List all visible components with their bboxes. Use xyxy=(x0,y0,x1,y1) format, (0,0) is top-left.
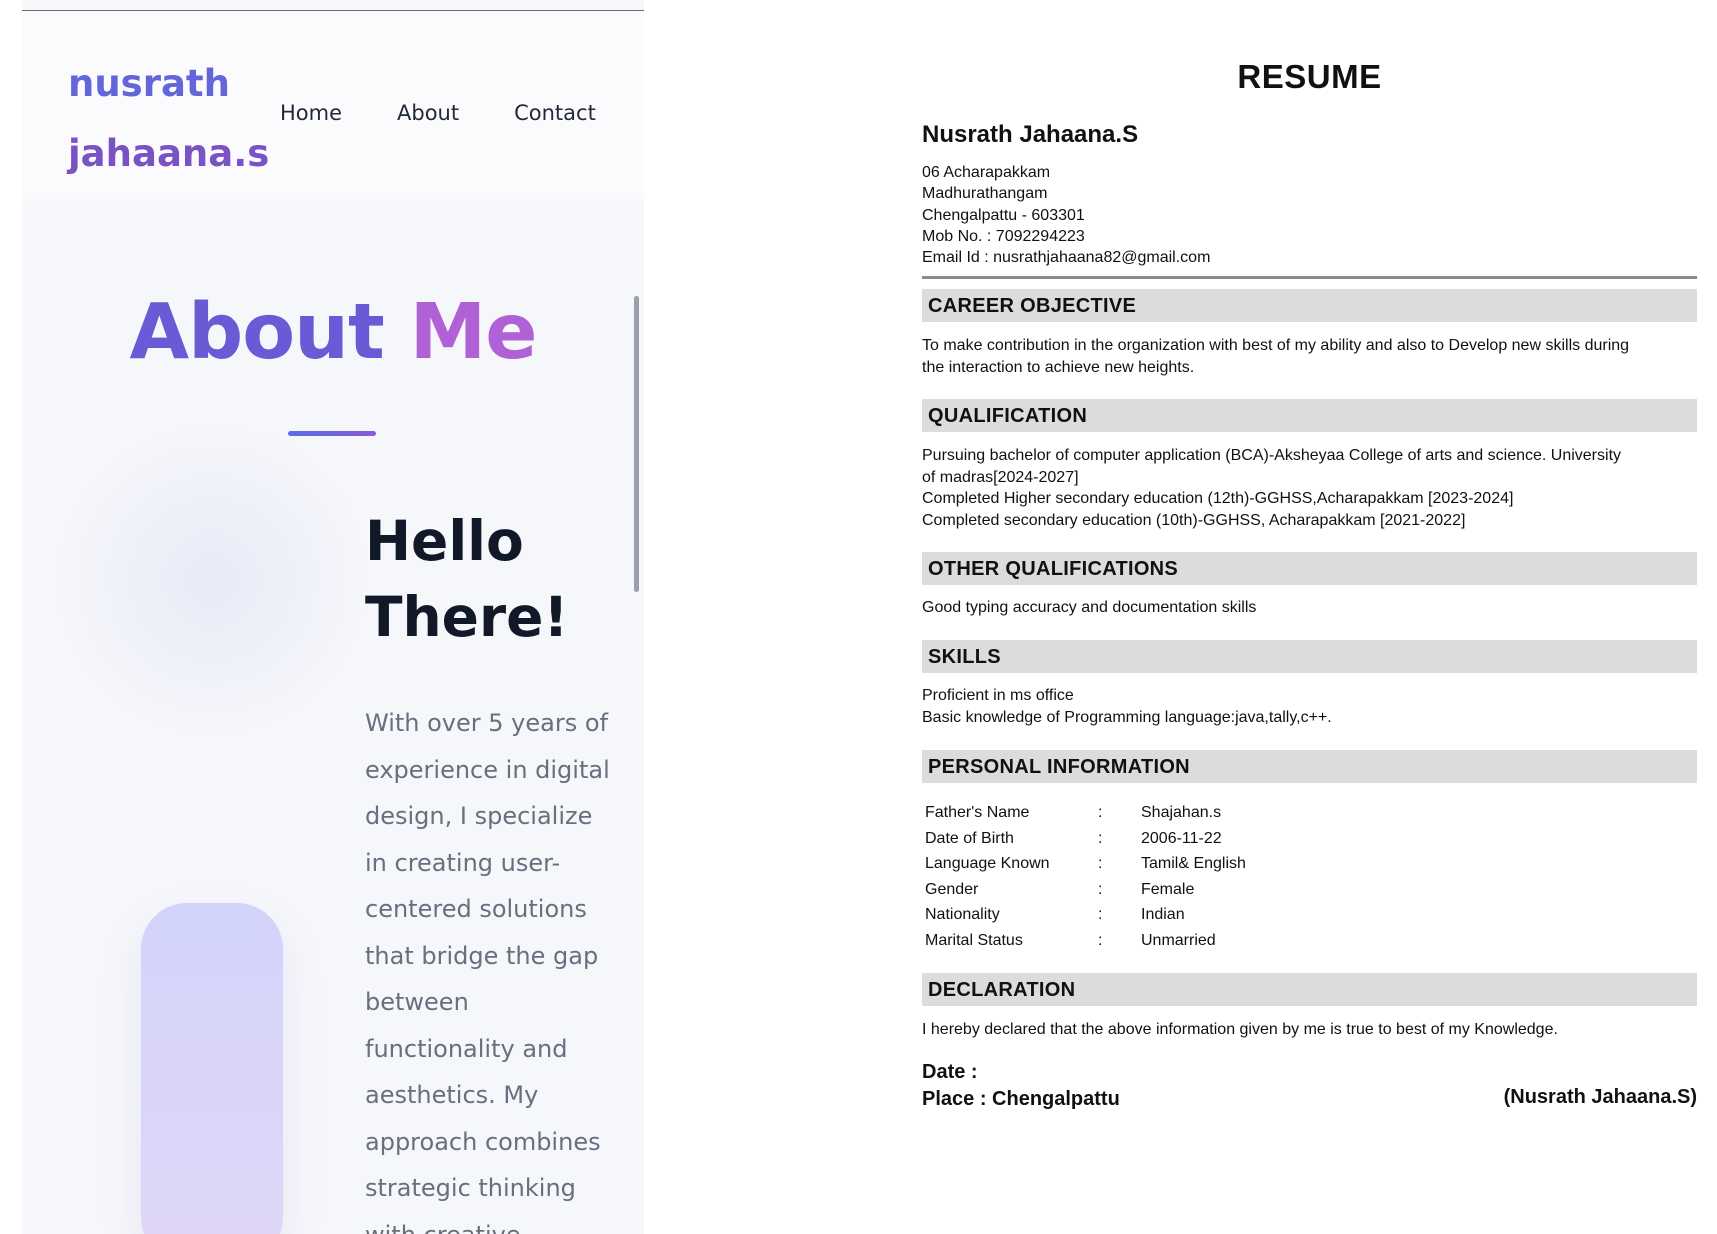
section-heading-declaration: DECLARATION xyxy=(922,973,1697,1006)
text-line: To make contribution in the organization… xyxy=(922,337,1630,354)
address-line: Chengalpattu - 603301 xyxy=(922,206,1085,224)
bio-line: design, I specialize xyxy=(365,802,593,830)
info-key: Language Known xyxy=(925,855,1050,872)
bio-line: with creative xyxy=(365,1212,620,1234)
main-nav: Home About Contact xyxy=(280,101,596,125)
info-key: Date of Birth xyxy=(925,829,1014,847)
about-heading-word-2: Me xyxy=(409,288,538,377)
resume-document: RESUME Nusrath Jahaana.S 06 Acharapakkam… xyxy=(922,50,1697,1190)
text-line: Pursuing bachelor of computer applicatio… xyxy=(922,447,1622,464)
info-row: Language Known : Tamil& English xyxy=(925,851,1246,877)
address-line: 06 Acharapakkam xyxy=(922,164,1051,181)
text-line: the interaction to achieve new heights. xyxy=(922,358,1195,376)
brand-logo[interactable]: nusrath jahaana.s xyxy=(68,49,269,189)
contact-block: 06 Acharapakkam Madhurathangam Chengalpa… xyxy=(922,162,1210,268)
info-value: Female xyxy=(1141,880,1195,898)
career-text: To make contribution in the organization… xyxy=(922,335,1697,378)
info-row: Nationality : Indian xyxy=(925,902,1246,928)
bio-line: experience in digital xyxy=(365,755,610,784)
bio-line: centered solutions xyxy=(365,895,587,923)
about-heading-word-1: About xyxy=(129,288,385,377)
info-value: 2006-11-22 xyxy=(1141,829,1222,847)
info-sep: : xyxy=(1098,880,1103,898)
info-value: Indian xyxy=(1141,906,1185,923)
heading-underline xyxy=(288,431,376,436)
info-row: Gender : Female xyxy=(925,877,1246,903)
brand-line-1: nusrath xyxy=(68,62,230,105)
bio-line: that bridge the gap xyxy=(365,941,599,970)
bio-line: approach combines xyxy=(365,1127,601,1156)
info-key: Gender xyxy=(925,880,979,898)
resume-name: Nusrath Jahaana.S xyxy=(922,121,1139,148)
info-sep: : xyxy=(1098,804,1103,821)
section-heading-skills: SKILLS xyxy=(922,640,1697,673)
text-line: of madras[2024-2027] xyxy=(922,468,1079,486)
bio-line: With over 5 years of xyxy=(365,709,608,737)
info-sep: : xyxy=(1098,906,1103,923)
skills-text: Proficient in ms office Basic knowledge … xyxy=(922,685,1697,728)
hello-line-2: There! xyxy=(365,585,569,649)
bio-line: between xyxy=(365,988,469,1016)
hello-heading: Hello There! xyxy=(365,503,625,655)
text-line: I hereby declared that the above informa… xyxy=(922,1021,1558,1038)
section-heading-other: OTHER QUALIFICATIONS xyxy=(922,552,1697,585)
info-key: Marital Status xyxy=(925,931,1023,949)
scrollbar-thumb[interactable] xyxy=(634,296,639,592)
text-line: Basic knowledge of Programming language:… xyxy=(922,708,1332,726)
brand-line-2: jahaana.s xyxy=(68,132,270,175)
info-value: Shajahan.s xyxy=(1141,804,1222,821)
site-header: nusrath jahaana.s Home About Contact xyxy=(22,11,644,199)
info-value: Unmarried xyxy=(1141,931,1216,949)
section-heading-personal: PERSONAL INFORMATION xyxy=(922,750,1697,783)
nav-contact-link[interactable]: Contact xyxy=(514,101,596,125)
bio-paragraph: With over 5 years of experience in digit… xyxy=(365,700,620,1234)
bio-line: in creating user- xyxy=(365,848,561,877)
background-glow xyxy=(52,420,372,740)
other-text: Good typing accuracy and documentation s… xyxy=(922,597,1697,619)
info-sep: : xyxy=(1098,855,1103,872)
resume-title: RESUME xyxy=(1237,58,1382,95)
signature-name: (Nusrath Jahaana.S) xyxy=(1503,1086,1697,1108)
nav-home-link[interactable]: Home xyxy=(280,101,342,125)
text-line: Proficient in ms office xyxy=(922,687,1074,704)
text-line: Completed Higher secondary education (12… xyxy=(922,490,1514,508)
info-sep: : xyxy=(1098,829,1103,847)
section-heading-career: CAREER OBJECTIVE xyxy=(922,289,1697,322)
info-row: Father's Name : Shajahan.s xyxy=(925,800,1246,826)
bio-line: functionality and xyxy=(365,1034,568,1063)
info-key: Father's Name xyxy=(925,804,1030,821)
decorative-pill-shape xyxy=(141,903,283,1234)
info-row: Marital Status : Unmarried xyxy=(925,928,1246,954)
portfolio-site: nusrath jahaana.s Home About Contact Abo… xyxy=(22,0,644,1234)
about-heading: About Me xyxy=(22,288,644,377)
personal-info-table: Father's Name : Shajahan.s Date of Birth… xyxy=(925,800,1246,953)
address-line: Madhurathangam xyxy=(922,185,1048,203)
info-value: Tamil& English xyxy=(1141,855,1246,872)
declaration-text: I hereby declared that the above informa… xyxy=(922,1019,1697,1041)
place-label: Place : Chengalpattu xyxy=(922,1088,1120,1110)
info-sep: : xyxy=(1098,931,1103,949)
nav-about-link[interactable]: About xyxy=(397,101,459,125)
section-heading-qualification: QUALIFICATION xyxy=(922,399,1697,432)
email-line: Email Id : nusrathjahaana82@gmail.com xyxy=(922,249,1211,267)
phone-line: Mob No. : 7092294223 xyxy=(922,227,1085,245)
date-place-block: Date : Place : Chengalpattu xyxy=(922,1059,1120,1113)
info-row: Date of Birth : 2006-11-22 xyxy=(925,826,1246,852)
header-divider xyxy=(922,276,1697,279)
bio-line: aesthetics. My xyxy=(365,1081,539,1109)
info-key: Nationality xyxy=(925,906,1000,923)
text-line: Completed secondary education (10th)-GGH… xyxy=(922,512,1466,530)
hello-line-1: Hello xyxy=(365,509,524,573)
text-line: Good typing accuracy and documentation s… xyxy=(922,599,1257,616)
date-label: Date : xyxy=(922,1061,978,1083)
bio-line: strategic thinking xyxy=(365,1174,576,1202)
qualification-text: Pursuing bachelor of computer applicatio… xyxy=(922,445,1697,532)
